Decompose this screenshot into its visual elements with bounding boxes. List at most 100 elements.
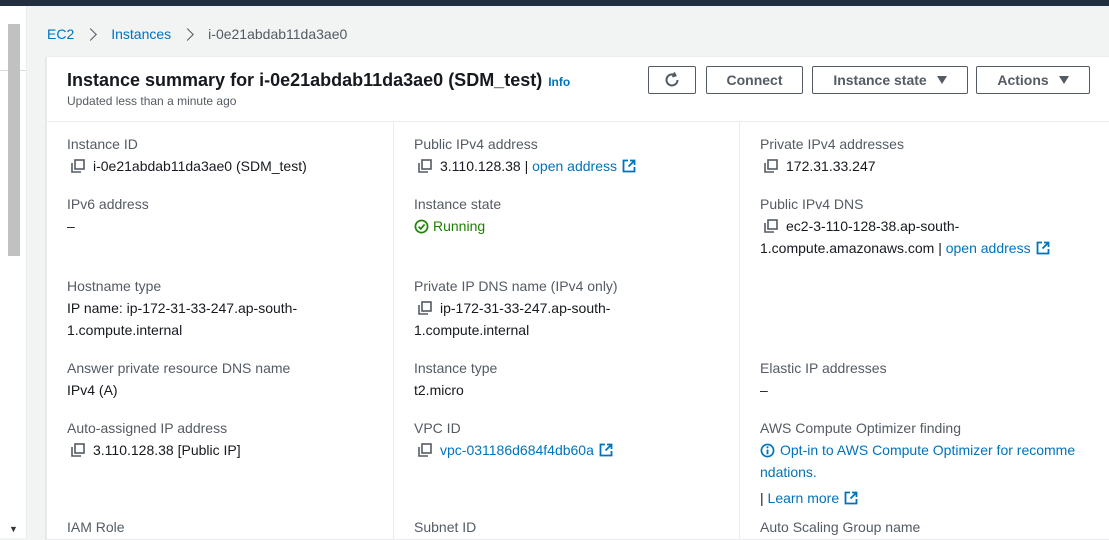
field-subnet-id: Subnet ID [414, 516, 476, 538]
field-value-row: 3.110.128.38 [Public IP] [67, 439, 241, 461]
details-column-1: Instance ID i-0e21abdab11da3ae0 (SDM_tes… [47, 122, 392, 539]
field-compute-optimizer: AWS Compute Optimizer finding Opt-in to … [760, 417, 1075, 509]
vpc-id-link[interactable]: vpc-031186d684f4db60a [440, 442, 594, 458]
breadcrumb-ec2[interactable]: EC2 [47, 26, 74, 42]
public-dns-line2: 1.compute.amazonaws.com [760, 240, 935, 256]
copy-icon[interactable] [71, 443, 85, 457]
copy-icon[interactable] [418, 301, 432, 315]
field-label: Auto Scaling Group name [760, 519, 921, 535]
scrollbar-thumb[interactable] [8, 24, 20, 256]
field-vpc-id: VPC ID vpc-031186d684f4db60a [414, 417, 613, 461]
side-scrollbar[interactable]: ▼ [0, 6, 27, 538]
page-title: Instance summary for i-0e21abdab11da3ae0… [67, 70, 570, 91]
info-link[interactable]: Info [548, 75, 570, 89]
copy-icon[interactable] [71, 159, 85, 173]
hostname-type-line1: IP name: ip-172-31-33-247.ap-south- [67, 300, 298, 316]
external-link-icon[interactable] [622, 159, 636, 173]
field-label: IAM Role [67, 519, 125, 535]
public-ipv4-value: 3.110.128.38 [440, 158, 521, 174]
private-dns-line2: 1.compute.internal [414, 322, 530, 338]
copy-icon[interactable] [418, 443, 432, 457]
field-label: IPv6 address [67, 196, 149, 212]
caret-down-icon [1058, 76, 1069, 84]
field-ipv6: IPv6 address – [67, 193, 149, 237]
connect-button[interactable]: Connect [706, 66, 803, 94]
public-dns-line1: ec2-3-110-128-38.ap-south- [786, 218, 960, 234]
field-label: Instance ID [67, 136, 138, 152]
instance-summary-panel: Instance summary for i-0e21abdab11da3ae0… [46, 56, 1109, 540]
learn-more-link[interactable]: Learn more [768, 490, 840, 506]
field-elastic-ip: Elastic IP addresses – [760, 357, 887, 401]
updated-text: Updated less than a minute ago [67, 94, 237, 108]
top-navigation-bar [0, 0, 1109, 6]
field-instance-id: Instance ID i-0e21abdab11da3ae0 (SDM_tes… [67, 133, 307, 177]
field-label: AWS Compute Optimizer finding [760, 420, 961, 436]
instance-type-value: t2.micro [414, 382, 464, 398]
open-address-link[interactable]: open address [532, 158, 617, 174]
field-value-row: ip-172-31-33-247.ap-south- [414, 297, 618, 319]
field-value-row: 172.31.33.247 [760, 155, 904, 177]
field-label: Hostname type [67, 278, 162, 294]
breadcrumb: EC2 Instances i-0e21abdab11da3ae0 [47, 24, 347, 44]
field-label: Auto-assigned IP address [67, 420, 228, 436]
external-link-icon[interactable] [1036, 241, 1050, 255]
panel-header: Instance summary for i-0e21abdab11da3ae0… [47, 57, 1109, 122]
field-label: Public IPv4 DNS [760, 196, 864, 212]
field-value-row: Running [414, 215, 501, 237]
refresh-button[interactable] [648, 66, 696, 94]
field-instance-state: Instance state Running [414, 193, 501, 237]
breadcrumb-current: i-0e21abdab11da3ae0 [208, 26, 348, 42]
refresh-icon [665, 72, 679, 87]
field-value-row: 3.110.128.38 | open address [414, 155, 636, 177]
private-ipv4-value: 172.31.33.247 [786, 158, 876, 174]
actions-label: Actions [997, 72, 1049, 88]
field-label: Private IPv4 addresses [760, 136, 904, 152]
field-label: Subnet ID [414, 519, 477, 535]
field-value-row: ec2-3-110-128-38.ap-south- [760, 215, 1050, 237]
field-asg: Auto Scaling Group name [760, 516, 920, 538]
instance-id-value: i-0e21abdab11da3ae0 (SDM_test) [93, 158, 307, 174]
field-value-row: | Learn more [760, 487, 1075, 509]
field-value-row: i-0e21abdab11da3ae0 (SDM_test) [67, 155, 307, 177]
separator: | [524, 158, 529, 174]
ipv6-value: – [67, 218, 75, 234]
field-label: Answer private resource DNS name [67, 360, 291, 376]
elastic-ip-value: – [760, 382, 768, 398]
optimizer-link-line2[interactable]: ndations. [760, 461, 1075, 483]
copy-icon[interactable] [418, 159, 432, 173]
field-answer-dns: Answer private resource DNS name IPv4 (A… [67, 357, 290, 401]
field-value-row: 1.compute.amazonaws.com | open address [760, 237, 1050, 259]
copy-icon[interactable] [764, 159, 778, 173]
external-link-icon[interactable] [599, 443, 613, 457]
scroll-down-arrow-icon[interactable]: ▼ [9, 524, 18, 534]
field-private-ipv4: Private IPv4 addresses 172.31.33.247 [760, 133, 904, 177]
field-instance-type: Instance type t2.micro [414, 357, 497, 401]
field-value-row: vpc-031186d684f4db60a [414, 439, 613, 461]
private-dns-line1: ip-172-31-33-247.ap-south- [440, 300, 611, 316]
field-label: VPC ID [414, 420, 461, 436]
actions-button[interactable]: Actions [976, 66, 1090, 94]
field-label: Instance type [414, 360, 498, 376]
caret-down-icon [936, 76, 947, 84]
field-auto-ip: Auto-assigned IP address 3.110.128.38 [P… [67, 417, 241, 461]
auto-ip-value: 3.110.128.38 [Public IP] [93, 442, 241, 458]
field-value-row[interactable]: Opt-in to AWS Compute Optimizer for reco… [760, 439, 1075, 461]
check-circle-icon [414, 219, 429, 234]
instance-state-value: Running [433, 218, 486, 234]
optimizer-link-line1[interactable]: Opt-in to AWS Compute Optimizer for reco… [780, 442, 1075, 458]
instance-state-button[interactable]: Instance state [812, 66, 968, 94]
chevron-right-icon [84, 27, 98, 41]
details-column-2: Public IPv4 address 3.110.128.38 | open … [393, 122, 739, 539]
field-label: Instance state [414, 196, 502, 212]
external-link-icon[interactable] [844, 491, 858, 505]
info-circle-icon [760, 443, 775, 458]
open-address-link[interactable]: open address [946, 240, 1031, 256]
copy-icon[interactable] [764, 219, 778, 233]
field-iam-role: IAM Role [67, 516, 125, 538]
separator: | [938, 240, 942, 256]
field-public-dns: Public IPv4 DNS ec2-3-110-128-38.ap-sout… [760, 193, 1050, 259]
instance-state-label: Instance state [833, 72, 927, 88]
breadcrumb-instances[interactable]: Instances [111, 26, 171, 42]
answer-dns-value: IPv4 (A) [67, 382, 118, 398]
field-private-dns: Private IP DNS name (IPv4 only) ip-172-3… [414, 275, 618, 341]
